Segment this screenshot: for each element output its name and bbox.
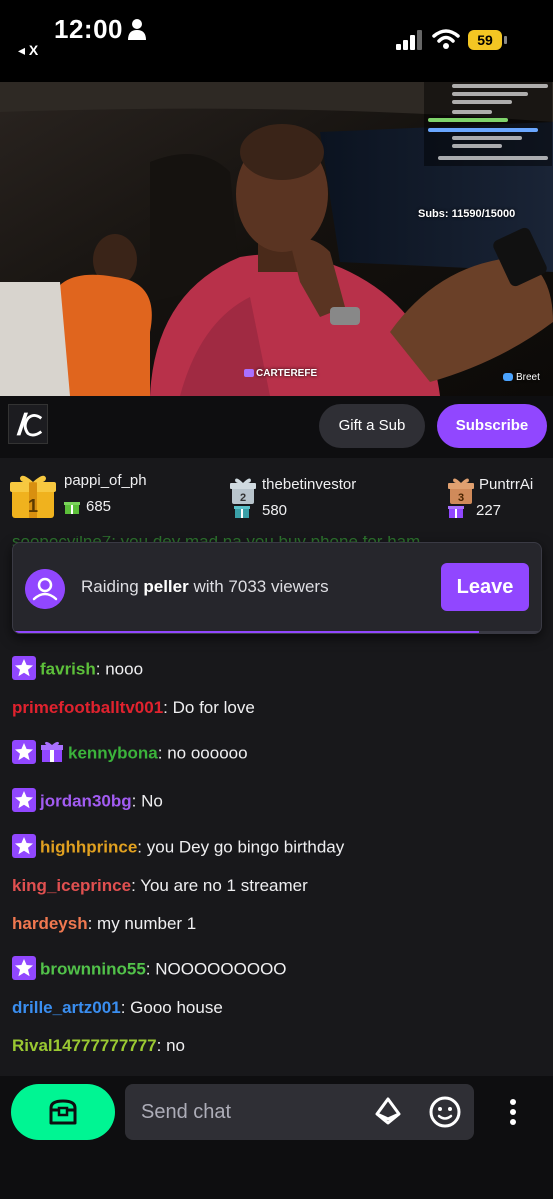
gift-rank-1-icon: 1 [10,475,56,518]
chat-username[interactable]: primefootballtv001 [12,698,163,717]
chat-text: No [141,791,163,811]
battery-level: 59 [468,30,502,50]
chat-message: favrish: nooo [12,656,144,682]
raid-target: peller [143,577,189,596]
chat-text: nooo [105,659,144,679]
signal-icon [396,30,422,50]
subscriber-star-icon[interactable] [12,956,36,980]
chat-separator: : [145,959,156,979]
leaderboard-name: pappi_of_ph [64,472,147,489]
chat-username[interactable]: brownnino55 [40,959,146,978]
chat-message: Rival14777777777: no [12,1036,185,1056]
more-options-icon[interactable] [503,1096,523,1128]
chat-username[interactable]: kennybona [68,743,158,762]
chat-panel[interactable]: soopocyilne7: you dey mad na you buy pho… [0,528,553,1076]
chat-message: brownnino55: NOOOOOOOOO [12,956,287,982]
chat-text: no oooooo [167,743,248,763]
chat-separator: : [156,1036,167,1055]
raid-banner: Raiding peller with 7033 viewers Leave [12,542,542,634]
raid-progress-fill [13,631,480,633]
chat-username[interactable]: favrish [40,659,96,678]
gift-leaderboard: 1 pappi_of_ph 685 2 thebetinvestor 580 3… [0,458,553,528]
chat-text: NOOOOOOOOO [155,959,287,979]
leave-raid-button[interactable]: Leave [441,563,529,611]
gift-sub-button[interactable]: Gift a Sub [319,404,425,448]
raid-user-icon [25,569,65,609]
subscriber-star-icon[interactable] [12,788,36,812]
back-to-app-link[interactable]: ◂ X [18,42,38,59]
stream-watermark: CARTEREFE [244,368,317,379]
subscriber-star-icon[interactable] [12,656,36,680]
chat-separator: : [131,791,142,811]
person-icon [128,19,146,40]
chat-username[interactable]: highhprince [40,837,137,856]
subscriber-star-icon[interactable] [12,740,36,764]
send-chat-input[interactable]: Send chat [125,1084,474,1140]
chat-message: jordan30bg: No [12,788,163,814]
subscribe-button[interactable]: Subscribe [437,404,547,448]
chat-message: primefootballtv001: Do for love [12,698,255,718]
chat-text: You are no 1 streamer [140,876,308,895]
channel-points-button[interactable] [11,1084,115,1140]
chat-username[interactable]: hardeysh [12,914,88,933]
chat-separator: : [120,998,131,1017]
leaderboard-count: 685 [64,498,111,515]
leaderboard-name: PuntrrAi [479,476,534,493]
chat-separator: : [131,876,141,895]
video-player[interactable]: Subs: 11590/15000 CARTEREFE Breet [0,82,553,396]
chat-username[interactable]: king_iceprince [12,876,131,895]
gift-icon [234,506,250,519]
chat-username[interactable]: drille_artz001 [12,998,121,1017]
leaderboard-entry[interactable]: 1 pappi_of_ph 685 [10,468,220,524]
chat-input-bar: Send chat [0,1076,553,1199]
wifi-icon [432,29,460,49]
leaderboard-count: 580 [234,502,287,519]
chat-message: king_iceprince: You are no 1 streamer [12,876,308,896]
chat-text: my number 1 [97,914,197,933]
svg-text:1: 1 [28,496,38,516]
twitch-logo-icon [244,369,254,378]
subs-goal-text: Subs: 11590/15000 [418,208,516,220]
raid-progress-bar [13,631,541,633]
chat-separator: : [95,659,106,679]
chat-username[interactable]: jordan30bg [40,791,132,810]
chat-message: kennybona: no oooooo [12,740,248,766]
chat-message: highhprince: you Dey go bingo birthday [12,834,345,860]
emote-icon[interactable] [428,1095,462,1129]
chat-text: you Dey go bingo birthday [146,837,345,857]
chat-message: hardeysh: my number 1 [12,914,196,934]
channel-avatar[interactable] [8,404,48,444]
gift-icon [448,506,464,519]
subscriber-star-icon[interactable] [12,834,36,858]
sponsor-credit: Breet [503,372,540,383]
chat-separator: : [163,698,173,717]
chat-text: Gooo house [130,998,223,1017]
chat-separator: : [137,837,147,857]
chat-separator: : [157,743,168,763]
stream-overlay-chat [424,82,552,166]
battery-icon: 59 [468,30,508,50]
chat-separator: : [87,914,98,933]
leaderboard-entry[interactable]: 2 thebetinvestor 580 [230,468,410,524]
raid-text: Raiding peller with 7033 viewers [81,577,329,596]
chat-text: Do for love [172,698,255,717]
chat-text: no [166,1036,186,1055]
send-chat-placeholder: Send chat [141,1101,232,1123]
sponsor-logo-icon [503,373,513,382]
channel-bar: Gift a Sub Subscribe [0,396,553,458]
leaderboard-entry[interactable]: 3 PuntrrAi 227 [448,468,548,524]
chat-message: drille_artz001: Gooo house [12,998,223,1018]
chat-username[interactable]: Rival14777777777 [12,1036,157,1055]
status-bar: 12:00 ◂ X 59 [0,0,553,82]
gift-icon [64,502,80,515]
leaderboard-count: 227 [448,502,501,519]
status-time: 12:00 [54,14,123,44]
treasure-chest-icon [49,1099,77,1125]
sub-gifter-icon[interactable] [40,740,64,764]
leaderboard-name: thebetinvestor [262,476,357,493]
bits-icon[interactable] [373,1097,403,1127]
